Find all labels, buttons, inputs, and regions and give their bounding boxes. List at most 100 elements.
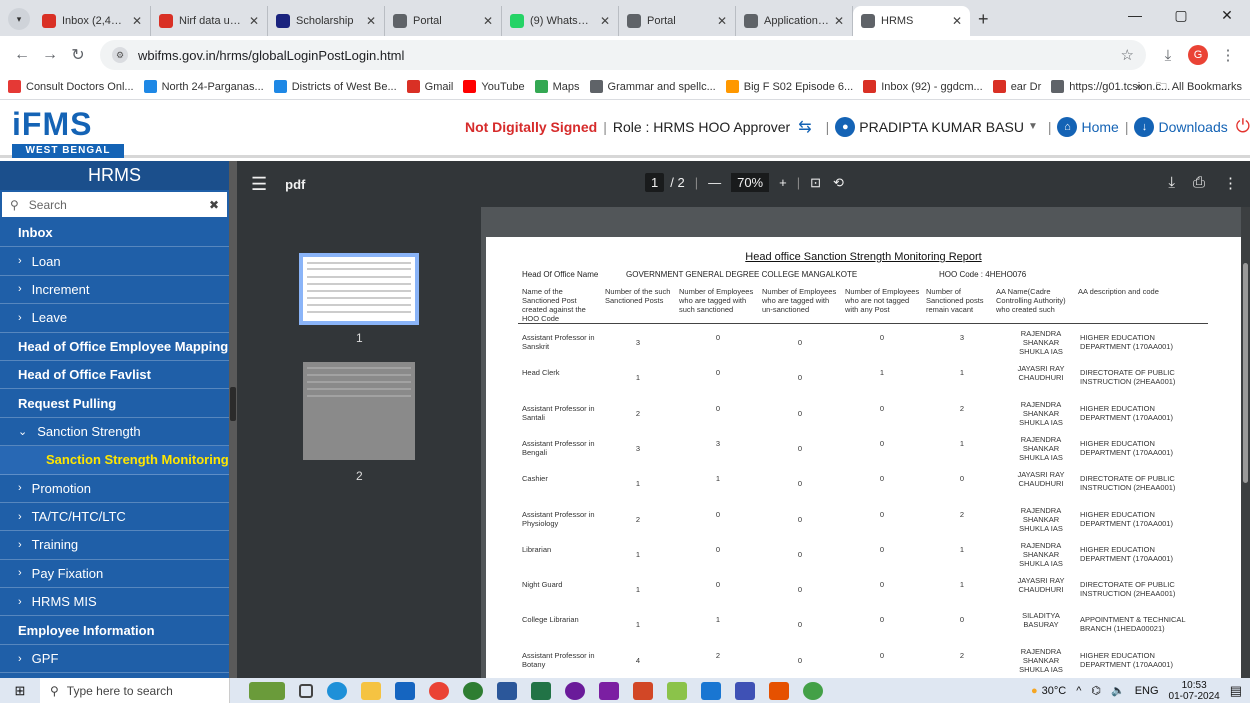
switch-role-icon[interactable]: ⇆	[798, 117, 811, 137]
pdf-download-icon[interactable]: ⤓	[1168, 174, 1175, 192]
bookmark-item[interactable]: Big F S02 Episode 6...	[725, 80, 853, 93]
app-icon[interactable]	[599, 681, 619, 700]
sidebar-item[interactable]: Inbox	[0, 219, 229, 248]
browser-tab[interactable]: Portal ✕	[619, 6, 736, 36]
sidebar-item[interactable]: › Pay Fixation	[0, 560, 229, 589]
sidebar-item[interactable]: › TA/TC/HTC/LTC	[0, 503, 229, 532]
clock[interactable]: 10:53 01-07-2024	[1169, 680, 1220, 702]
tray-chevron-icon[interactable]: ^	[1076, 685, 1081, 697]
sidebar-item[interactable]: Head of Office Favlist	[0, 361, 229, 390]
notification-icon[interactable]: ▤	[1230, 683, 1242, 699]
edge-icon[interactable]	[327, 681, 347, 700]
app-icon[interactable]	[769, 681, 789, 700]
sidebar-item[interactable]: Sanction Strength Monitoring	[0, 446, 229, 475]
tab-close-icon[interactable]: ✕	[834, 14, 844, 28]
bookmark-item[interactable]: Grammar and spellc...	[589, 80, 716, 93]
volume-icon[interactable]: 🔈	[1111, 684, 1125, 697]
app-icon[interactable]	[565, 681, 585, 700]
file-explorer-icon[interactable]	[361, 681, 381, 700]
thumbnail-page-1[interactable]	[299, 253, 419, 325]
word-icon[interactable]	[497, 681, 517, 700]
sidebar-item[interactable]: › HRMS MIS	[0, 588, 229, 617]
logout-icon[interactable]: ⏻	[1236, 116, 1250, 137]
bookmark-item[interactable]: Maps	[534, 80, 580, 93]
close-window-button[interactable]: ✕	[1204, 0, 1250, 30]
thumbnail-page-2[interactable]	[303, 362, 415, 460]
zoom-input[interactable]: 70%	[731, 173, 770, 192]
forward-button[interactable]: →	[36, 46, 64, 64]
rotate-icon[interactable]: ⟲	[833, 175, 844, 191]
app-icon[interactable]	[667, 681, 687, 700]
app-icon[interactable]	[803, 681, 823, 700]
temperature[interactable]: 30°C	[1042, 685, 1067, 697]
mail-icon[interactable]	[395, 681, 415, 700]
sidebar-item[interactable]: › Training	[0, 531, 229, 560]
sidebar-search-input[interactable]: ⚲ Search ✖	[2, 192, 227, 217]
tab-close-icon[interactable]: ✕	[132, 14, 142, 28]
sidebar-item[interactable]: ⌄ Sanction Strength	[0, 418, 229, 447]
taskbar-search-input[interactable]: ⚲ Type here to search	[40, 678, 230, 703]
bookmark-item[interactable]: North 24-Parganas...	[143, 80, 264, 93]
print-icon[interactable]: ⎙	[1193, 174, 1205, 192]
app-icon[interactable]	[463, 681, 483, 700]
sidebar-collapse-handle[interactable]	[230, 387, 236, 421]
browser-tab[interactable]: Application List ✕	[736, 6, 853, 36]
profile-avatar[interactable]: G	[1188, 45, 1208, 65]
bookmark-item[interactable]: Gmail	[406, 80, 453, 93]
tab-search-button[interactable]: ▾	[8, 8, 30, 30]
site-info-icon[interactable]: ⚙	[112, 47, 128, 63]
pdf-scrollbar[interactable]	[1241, 207, 1250, 678]
zoom-in-button[interactable]: +	[779, 175, 787, 190]
tab-close-icon[interactable]: ✕	[717, 14, 727, 28]
app-icon[interactable]	[735, 681, 755, 700]
tab-close-icon[interactable]: ✕	[600, 14, 610, 28]
sidebar-item[interactable]: › Increment	[0, 276, 229, 305]
all-bookmarks[interactable]: All Bookmarks	[1172, 81, 1242, 93]
zoom-out-button[interactable]: —	[708, 175, 721, 190]
back-button[interactable]: ←	[8, 46, 36, 64]
pdf-scroll-thumb[interactable]	[1243, 263, 1248, 483]
home-link[interactable]: Home	[1081, 119, 1118, 135]
network-icon[interactable]: ⌬	[1091, 684, 1101, 697]
tab-close-icon[interactable]: ✕	[249, 14, 259, 28]
bookmarks-overflow[interactable]: »	[1136, 81, 1142, 93]
browser-tab[interactable]: Portal ✕	[385, 6, 502, 36]
sidebar-item[interactable]: › GPF	[0, 645, 229, 674]
browser-tab[interactable]: Inbox (2,459) - g ✕	[34, 6, 151, 36]
sidebar-item[interactable]: › Loan	[0, 247, 229, 276]
pdf-more-icon[interactable]: ⋮	[1223, 174, 1238, 192]
download-circle-icon[interactable]: ↓	[1134, 116, 1155, 137]
browser-tab[interactable]: HRMS ✕	[853, 6, 970, 36]
chrome-icon[interactable]	[429, 681, 449, 700]
browser-menu-icon[interactable]: ⋮	[1214, 46, 1242, 64]
sidebar-scrollbar[interactable]	[229, 161, 237, 678]
minimize-button[interactable]: —	[1112, 0, 1158, 30]
clear-search-icon[interactable]: ✖	[209, 198, 219, 212]
url-input[interactable]: ⚙ wbifms.gov.in/hrms/globalLoginPostLogi…	[100, 40, 1146, 70]
user-name[interactable]: PRADIPTA KUMAR BASU	[859, 119, 1024, 135]
browser-tab[interactable]: Nirf data upload ✕	[151, 6, 268, 36]
pdf-menu-icon[interactable]: ☰	[251, 174, 267, 195]
windows-start-icon[interactable]: ⊞	[0, 683, 40, 699]
browser-tab[interactable]: Scholarship ✕	[268, 6, 385, 36]
bookmark-item[interactable]: ear Dr	[992, 80, 1041, 93]
maximize-button[interactable]: ▢	[1158, 0, 1204, 30]
download-icon[interactable]: ⤓	[1154, 47, 1182, 64]
sidebar-item[interactable]: Request Pulling	[0, 389, 229, 418]
new-tab-button[interactable]: +	[970, 9, 997, 36]
home-icon[interactable]: ⌂	[1057, 116, 1078, 137]
sidebar-item[interactable]: › Leave	[0, 304, 229, 333]
app-icon[interactable]	[701, 681, 721, 700]
tab-close-icon[interactable]: ✕	[952, 14, 962, 28]
reload-button[interactable]: ↻	[64, 45, 92, 65]
downloads-link[interactable]: Downloads	[1158, 119, 1227, 135]
browser-tab[interactable]: (9) WhatsApp ✕	[502, 6, 619, 36]
bookmark-item[interactable]: Districts of West Be...	[273, 80, 397, 93]
excel-icon[interactable]	[531, 681, 551, 700]
bookmark-item[interactable]: Consult Doctors Onl...	[8, 80, 134, 93]
sidebar-item[interactable]: Head of Office Employee Mapping	[0, 333, 229, 361]
fit-page-icon[interactable]: ⊡	[810, 175, 821, 191]
bookmark-item[interactable]: Inbox (92) - ggdcm...	[863, 80, 983, 93]
sidebar-item[interactable]: Employee Information	[0, 616, 229, 645]
language-indicator[interactable]: ENG	[1135, 685, 1159, 697]
